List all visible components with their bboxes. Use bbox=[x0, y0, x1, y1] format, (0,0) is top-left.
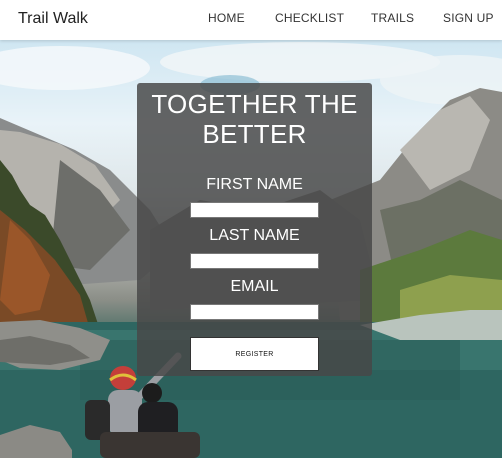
last-name-label: LAST NAME bbox=[209, 227, 300, 244]
form-heading: TOGETHER THE BETTER bbox=[137, 89, 372, 149]
nav-link-trails[interactable]: TRAILS bbox=[371, 11, 414, 25]
navbar: Trail Walk HOME CHECKLIST TRAILS SIGN UP bbox=[0, 0, 502, 40]
last-name-input[interactable] bbox=[190, 253, 319, 269]
brand-logo-text[interactable]: Trail Walk bbox=[18, 10, 88, 28]
nav-link-home[interactable]: HOME bbox=[208, 11, 245, 25]
register-button[interactable]: REGISTER bbox=[190, 337, 319, 371]
first-name-label: FIRST NAME bbox=[206, 176, 303, 193]
form-heading-line-2: BETTER bbox=[202, 119, 307, 149]
nav-link-sign-up[interactable]: SIGN UP bbox=[443, 11, 494, 25]
registration-form: TOGETHER THE BETTER FIRST NAME LAST NAME… bbox=[137, 83, 372, 376]
email-label: EMAIL bbox=[230, 278, 279, 295]
form-heading-line-1: TOGETHER THE bbox=[151, 89, 358, 119]
first-name-input[interactable] bbox=[190, 202, 319, 218]
email-input[interactable] bbox=[190, 304, 319, 320]
nav-link-checklist[interactable]: CHECKLIST bbox=[275, 11, 344, 25]
